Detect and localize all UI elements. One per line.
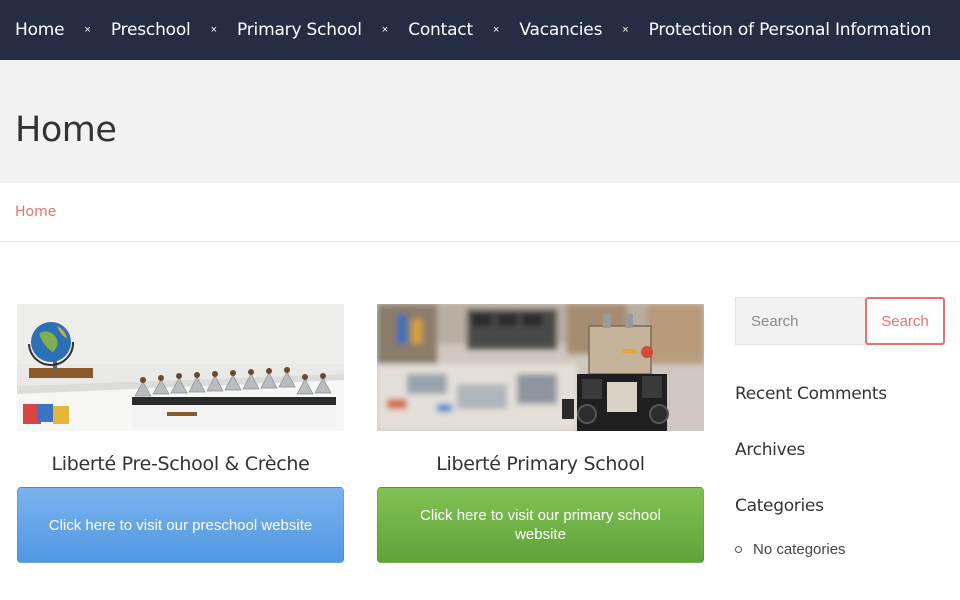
categories-heading: Categories xyxy=(735,496,824,516)
nav-item-primary-school: Primary School × xyxy=(237,20,408,40)
nav-separator: × xyxy=(84,24,91,36)
nav-link-vacancies[interactable]: Vacancies xyxy=(519,20,602,40)
nav-item-preschool: Preschool × xyxy=(111,20,237,40)
preschool-card: Liberté Pre-School & Crèche Click here t… xyxy=(17,304,344,563)
preschool-classroom-illustration xyxy=(17,304,344,431)
nav-link-popi[interactable]: Protection of Personal Information xyxy=(649,20,932,40)
page-header: Home xyxy=(0,60,960,183)
primary-school-card-title: Liberté Primary School xyxy=(436,453,645,475)
nav-separator: × xyxy=(210,24,218,36)
nav-separator: × xyxy=(622,24,629,36)
primary-school-image xyxy=(377,304,704,431)
robotics-classroom-illustration xyxy=(377,304,704,431)
preschool-image xyxy=(17,304,344,431)
recent-comments-heading: Recent Comments xyxy=(735,384,887,404)
nav-item-home: Home × xyxy=(15,20,111,40)
list-item: No categories xyxy=(735,541,846,558)
search-button[interactable]: Search xyxy=(865,297,945,345)
preschool-card-title: Liberté Pre-School & Crèche xyxy=(51,453,310,475)
visit-primary-school-button[interactable]: Click here to visit our primary school w… xyxy=(377,487,704,563)
nav-link-contact[interactable]: Contact xyxy=(408,20,473,40)
breadcrumb: Home xyxy=(0,183,960,242)
nav-item-vacancies: Vacancies × xyxy=(519,20,648,40)
nav-item-contact: Contact × xyxy=(408,20,519,40)
primary-school-card: Liberté Primary School Click here to vis… xyxy=(377,304,704,563)
main-navigation: Home × Preschool × Primary School × Cont… xyxy=(0,0,960,60)
page-title: Home xyxy=(15,110,117,150)
category-label: No categories xyxy=(753,541,846,558)
breadcrumb-home-link[interactable]: Home xyxy=(15,204,56,220)
search-widget: Search xyxy=(735,297,945,345)
nav-separator: × xyxy=(381,24,389,36)
nav-link-primary-school[interactable]: Primary School xyxy=(237,20,362,40)
categories-list: No categories xyxy=(735,541,846,558)
nav-link-preschool[interactable]: Preschool xyxy=(111,20,191,40)
search-input[interactable] xyxy=(735,297,865,345)
nav-item-popi: Protection of Personal Information xyxy=(649,20,932,40)
nav-separator: × xyxy=(492,24,500,36)
archives-heading: Archives xyxy=(735,440,806,460)
bullet-icon xyxy=(735,546,742,553)
visit-preschool-button[interactable]: Click here to visit our preschool websit… xyxy=(17,487,344,563)
nav-link-home[interactable]: Home xyxy=(15,20,65,40)
